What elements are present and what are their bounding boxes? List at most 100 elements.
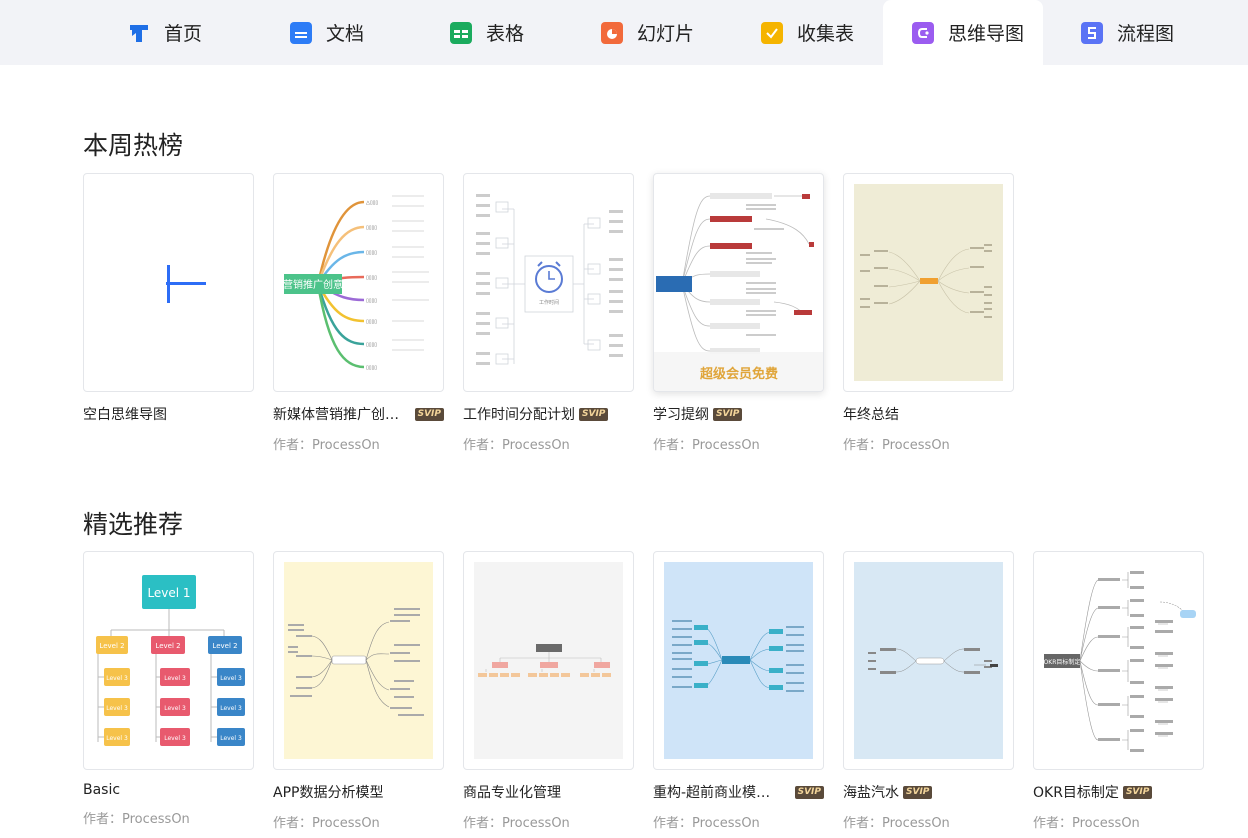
svg-text:△▯▯▯: △▯▯▯ <box>366 200 378 206</box>
svg-text:Level 2: Level 2 <box>99 642 124 650</box>
svg-text:▯▯▯▯: ▯▯▯▯ <box>366 298 377 304</box>
template-card[interactable]: 海盐汽水 SVIP 作者：ProcessOn <box>843 551 1014 831</box>
svg-text:Level 3: Level 3 <box>164 735 186 742</box>
svg-text:▯▯▯▯: ▯▯▯▯ <box>366 319 377 325</box>
org-chart-preview: Level 1 Level 2 Level 2 Level 2 Level 3 … <box>96 575 245 746</box>
template-card[interactable]: APP数据分析模型 作者：ProcessOn <box>273 551 444 831</box>
svg-text:营销推广创意: 营销推广创意 <box>283 278 343 291</box>
template-thumbnail[interactable]: 工作时间 <box>463 173 634 392</box>
template-name: 商品专业化管理 <box>463 785 561 801</box>
template-name: APP数据分析模型 <box>273 785 384 801</box>
template-thumbnail[interactable]: 营销推广创意 △▯▯▯ ▯▯▯▯ ▯▯▯▯ ▯▯▯▯ ▯▯▯▯ ▯▯▯▯ ▯▯▯▯ ▯▯▯… <box>273 173 444 392</box>
form-icon <box>761 21 783 44</box>
tab-docs[interactable]: 文档 <box>290 0 364 65</box>
tab-mindmap[interactable]: 思维导图 <box>883 0 1043 65</box>
svg-text:Level 3: Level 3 <box>106 735 128 742</box>
template-thumbnail[interactable] <box>843 173 1014 392</box>
org-chart-preview <box>474 562 623 759</box>
template-thumbnail[interactable] <box>653 551 824 770</box>
svip-badge: SVIP <box>579 407 609 421</box>
svg-text:Level 3: Level 3 <box>164 675 186 682</box>
svg-text:Level 1: Level 1 <box>147 586 190 600</box>
template-thumbnail[interactable] <box>463 551 634 770</box>
template-author: 作者：ProcessOn <box>1033 816 1140 831</box>
mindmap-preview: 超级会员免费 <box>654 193 823 391</box>
mindmap-preview <box>664 562 813 759</box>
template-card[interactable]: 重构-超前商业模式... SVIP 作者：ProcessOn <box>653 551 824 831</box>
mindmap-preview: 工作时间 <box>476 194 623 365</box>
tab-label: 首页 <box>164 23 203 45</box>
template-thumbnail[interactable] <box>83 173 254 392</box>
template-card[interactable]: 空白思维导图 <box>83 173 254 424</box>
mindmap-icon <box>912 21 934 44</box>
svg-text:Level 3: Level 3 <box>164 705 186 712</box>
template-card[interactable]: 商品专业化管理 作者：ProcessOn <box>463 551 634 831</box>
svip-badge: SVIP <box>1122 785 1153 799</box>
svg-text:▯▯▯▯: ▯▯▯▯ <box>366 250 377 256</box>
template-thumbnail[interactable] <box>843 551 1014 770</box>
home-icon <box>128 22 150 44</box>
template-name: 海盐汽水 SVIP <box>843 782 1014 802</box>
template-thumbnail[interactable]: 超级会员免费 <box>653 173 824 392</box>
plus-icon <box>166 265 206 303</box>
tab-label: 表格 <box>486 23 525 45</box>
template-author: 作者：ProcessOn <box>463 438 570 453</box>
section-title-featured: 精选推荐 <box>83 510 184 539</box>
template-author: 作者：ProcessOn <box>843 816 950 831</box>
slides-icon <box>601 21 623 44</box>
top-tab-bar: 首页 文档 表格 幻灯片 收集表 思维导图 流程图 <box>0 0 1248 65</box>
svg-text:Level 3: Level 3 <box>220 675 242 682</box>
tab-label: 文档 <box>326 23 365 45</box>
tab-label: 流程图 <box>1117 23 1175 45</box>
tab-label: 幻灯片 <box>637 23 695 45</box>
section-title-hot: 本周热榜 <box>83 131 184 160</box>
template-card[interactable]: OKR目标制定 OKR目标制定 SVIP 作者：ProcessOn <box>1033 551 1204 831</box>
svg-text:超级会员免费: 超级会员免费 <box>700 366 778 382</box>
template-name: 工作时间分配计划 SVIP <box>463 404 634 424</box>
tab-sheets[interactable]: 表格 <box>450 0 524 65</box>
svip-badge: SVIP <box>794 785 824 799</box>
template-author: 作者：ProcessOn <box>653 438 760 453</box>
template-card[interactable]: Level 1 Level 2 Level 2 Level 2 Level 3 … <box>83 551 254 827</box>
svg-text:▯▯▯▯: ▯▯▯▯ <box>366 275 377 281</box>
svg-text:Level 3: Level 3 <box>220 705 242 712</box>
template-author: 作者：ProcessOn <box>843 438 950 453</box>
tab-label: 收集表 <box>797 23 855 45</box>
template-name: Basic <box>83 782 121 798</box>
svg-text:Level 3: Level 3 <box>220 735 242 742</box>
svip-badge: SVIP <box>713 407 743 421</box>
svip-badge: SVIP <box>414 407 444 421</box>
tab-slides[interactable]: 幻灯片 <box>601 0 694 65</box>
template-author: 作者：ProcessOn <box>83 812 190 827</box>
template-author: 作者：ProcessOn <box>273 438 380 453</box>
template-author: 作者：ProcessOn <box>463 816 570 831</box>
svg-text:Level 2: Level 2 <box>212 642 237 650</box>
svg-text:▯▯▯▯: ▯▯▯▯ <box>366 365 377 371</box>
template-thumbnail[interactable]: OKR目标制定 <box>1033 551 1204 770</box>
mindmap-preview <box>854 184 1003 381</box>
template-card[interactable]: 营销推广创意 △▯▯▯ ▯▯▯▯ ▯▯▯▯ ▯▯▯▯ ▯▯▯▯ ▯▯▯▯ ▯▯▯▯ ▯▯▯… <box>273 173 444 453</box>
tab-forms[interactable]: 收集表 <box>761 0 854 65</box>
template-card[interactable]: 超级会员免费 学习提纲 SVIP 作者：ProcessOn <box>653 173 824 453</box>
sheet-icon <box>450 21 472 44</box>
svg-text:Level 3: Level 3 <box>106 675 128 682</box>
svg-text:Level 3: Level 3 <box>106 705 128 712</box>
template-card[interactable]: 工作时间 工作时间分配计划 SVIP 作者：ProcessOn <box>463 173 634 453</box>
svg-text:OKR目标制定: OKR目标制定 <box>1044 658 1081 666</box>
mindmap-preview <box>854 562 1003 759</box>
template-name: 重构-超前商业模式... SVIP <box>653 782 824 802</box>
svg-text:Level 2: Level 2 <box>155 642 180 650</box>
template-thumbnail[interactable] <box>273 551 444 770</box>
doc-icon <box>290 21 312 44</box>
template-name: 新媒体营销推广创意... SVIP <box>273 404 444 424</box>
template-author: 作者：ProcessOn <box>273 816 380 831</box>
template-name: OKR目标制定 SVIP <box>1033 782 1204 802</box>
template-thumbnail[interactable]: Level 1 Level 2 Level 2 Level 2 Level 3 … <box>83 551 254 770</box>
template-name: 学习提纲 SVIP <box>653 404 824 424</box>
template-card[interactable]: 年终总结 作者：ProcessOn <box>843 173 1014 453</box>
svg-text:工作时间: 工作时间 <box>539 299 559 306</box>
tab-home[interactable]: 首页 <box>128 0 202 65</box>
tab-flowchart[interactable]: 流程图 <box>1081 0 1174 65</box>
tab-label: 思维导图 <box>948 23 1025 45</box>
svip-badge: SVIP <box>903 785 933 799</box>
